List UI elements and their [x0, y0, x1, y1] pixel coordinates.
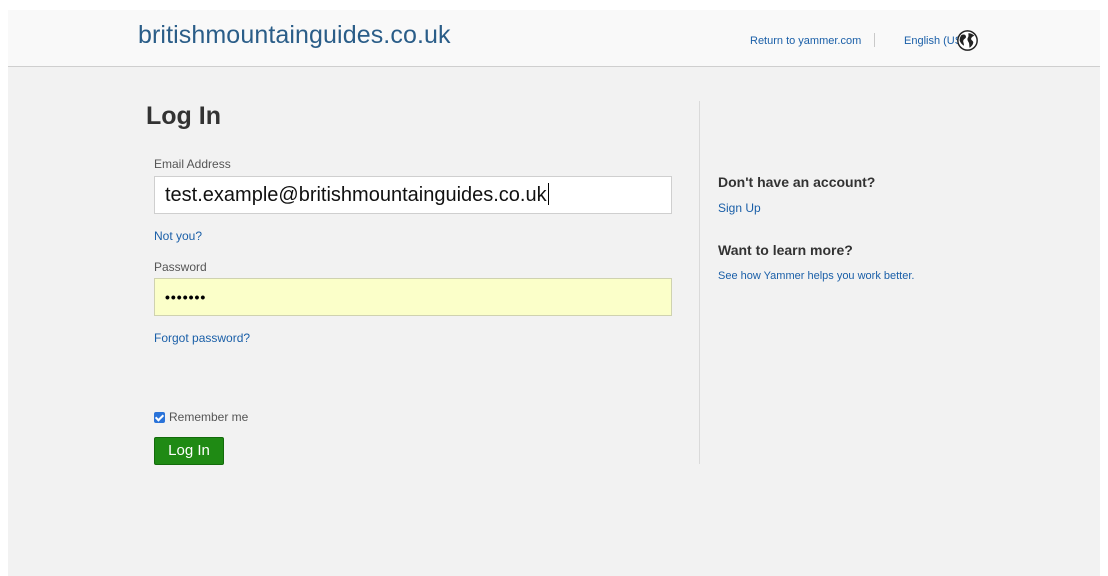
text-caret [547, 183, 549, 205]
remember-me-row[interactable]: Remember me [154, 410, 248, 424]
page-frame: britishmountainguides.co.uk Return to ya… [8, 10, 1100, 576]
remember-me-checkbox[interactable] [154, 411, 165, 423]
email-field[interactable]: test.example@britishmountainguides.co.uk [154, 176, 672, 214]
learn-more-link[interactable]: See how Yammer helps you work better. [718, 270, 914, 282]
remember-me-label: Remember me [169, 410, 249, 424]
header-separator [874, 33, 875, 47]
login-button[interactable]: Log In [154, 437, 224, 465]
globe-icon[interactable] [957, 30, 978, 51]
email-field-value: test.example@britishmountainguides.co.uk [165, 184, 547, 206]
page-title: Log In [146, 102, 221, 130]
sign-up-link[interactable]: Sign Up [718, 201, 761, 215]
forgot-password-link[interactable]: Forgot password? [154, 331, 250, 345]
brand-name: britishmountainguides.co.uk [138, 21, 451, 49]
not-you-link[interactable]: Not you? [154, 229, 202, 243]
password-label: Password [154, 260, 207, 274]
top-header: britishmountainguides.co.uk Return to ya… [8, 10, 1100, 67]
email-label: Email Address [154, 157, 231, 171]
column-divider [699, 101, 700, 464]
no-account-heading: Don't have an account? [718, 174, 876, 190]
password-field[interactable]: ••••••• [154, 278, 672, 316]
return-to-yammer-link[interactable]: Return to yammer.com [750, 35, 861, 47]
learn-more-heading: Want to learn more? [718, 242, 853, 258]
